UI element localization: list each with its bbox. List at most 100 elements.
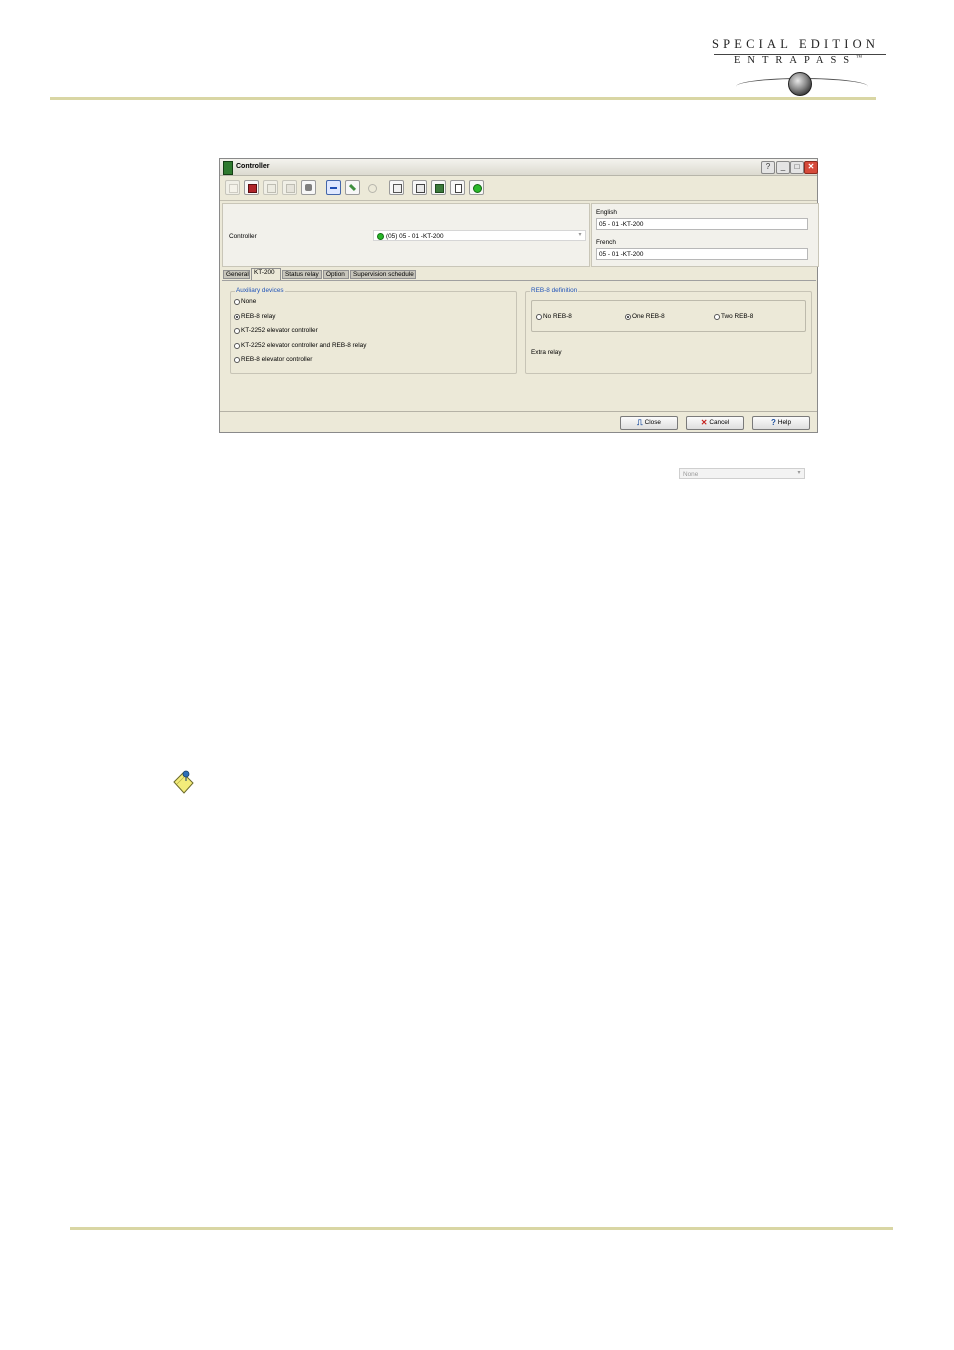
link-button[interactable]	[326, 180, 341, 195]
close-window-button[interactable]: ✕	[804, 161, 818, 174]
kt-200-tab-panel: Auxiliary devices None REB-8 relay KT-22…	[222, 280, 816, 479]
tab-supervision-schedule[interactable]: Supervision schedule	[350, 270, 416, 279]
search-icon	[368, 184, 377, 193]
help-button[interactable]: ? Help	[752, 416, 810, 430]
window-titlebar: Controller ? _ □ ✕	[220, 159, 818, 176]
radio-icon	[234, 342, 240, 349]
footer-rule	[70, 1227, 893, 1230]
toolbar	[220, 176, 817, 201]
reb8-definition-title: REB-8 definition	[530, 287, 579, 294]
door-icon	[416, 184, 425, 193]
minimize-button[interactable]: _	[776, 161, 790, 174]
radio-icon	[234, 298, 240, 305]
window-title: Controller	[236, 163, 270, 170]
refresh-button[interactable]	[389, 180, 404, 195]
description-panel: English 05 - 01 -KT-200 French 05 - 01 -…	[591, 203, 819, 267]
link-icon	[330, 187, 337, 189]
chevron-down-icon[interactable]: ▾	[795, 470, 803, 477]
extra-relay-select[interactable]: None ▾	[679, 468, 805, 479]
delete-icon	[286, 184, 295, 193]
save-button[interactable]	[244, 180, 259, 195]
note-icon	[173, 770, 194, 794]
refresh-icon	[393, 184, 402, 193]
new-button[interactable]	[225, 180, 240, 195]
aux-option-kt2252[interactable]: KT-2252 elevator controller	[234, 327, 318, 334]
aux-option-label: KT-2252 elevator controller	[241, 327, 318, 334]
radio-icon	[714, 313, 720, 320]
extra-relay-value: None	[683, 470, 699, 478]
radio-selected-icon	[625, 313, 631, 320]
reb-option-label: Two REB-8	[721, 313, 754, 320]
close-button[interactable]: ⎍ Close	[620, 416, 678, 430]
status-icon	[473, 184, 482, 193]
copy-icon	[267, 184, 276, 193]
controller-combo-value: (05) 05 - 01 -KT-200	[386, 232, 444, 240]
help-window-button[interactable]: ?	[761, 161, 775, 174]
aux-option-reb8-elevator[interactable]: REB-8 elevator controller	[234, 356, 312, 363]
delete-button[interactable]	[282, 180, 297, 195]
aux-option-label: KT-2252 elevator controller and REB-8 re…	[241, 342, 367, 349]
search-button[interactable]	[364, 180, 379, 195]
cancel-button-label: Cancel	[709, 419, 730, 426]
aux-option-label: REB-8 relay	[241, 313, 276, 320]
aux-option-kt2252-reb8[interactable]: KT-2252 elevator controller and REB-8 re…	[234, 342, 366, 349]
controller-selector-panel: Controller (05) 05 - 01 -KT-200 ▾	[222, 203, 590, 267]
save-icon	[248, 184, 257, 193]
french-label: French	[596, 239, 616, 246]
maximize-button[interactable]: □	[790, 161, 804, 174]
edit-button[interactable]	[345, 180, 360, 195]
radio-selected-icon	[234, 313, 240, 320]
print-button[interactable]	[301, 180, 316, 195]
aux-option-none[interactable]: None	[234, 298, 256, 305]
logo-line-special-edition: SPECIAL EDITION	[712, 37, 880, 51]
french-field[interactable]: 05 - 01 -KT-200	[596, 248, 808, 260]
auxiliary-devices-title: Auxiliary devices	[235, 287, 285, 294]
new-icon	[229, 184, 238, 193]
close-button-label: Close	[644, 419, 661, 426]
copy-button[interactable]	[263, 180, 278, 195]
aux-option-reb8-relay[interactable]: REB-8 relay	[234, 313, 275, 320]
english-label: English	[596, 209, 617, 216]
door-button[interactable]	[412, 180, 427, 195]
reb-option-none[interactable]: No REB-8	[536, 313, 572, 320]
reb-option-two[interactable]: Two REB-8	[714, 313, 753, 320]
header-rule	[50, 97, 876, 100]
grid-button[interactable]	[431, 180, 446, 195]
reb8-count-box: No REB-8 One REB-8 Two REB-8	[531, 300, 806, 332]
tab-general[interactable]: General	[223, 270, 250, 279]
reb-option-one[interactable]: One REB-8	[625, 313, 665, 320]
controller-header: Controller (05) 05 - 01 -KT-200 ▾ Englis…	[220, 201, 819, 267]
cancel-button[interactable]: ✕ Cancel	[686, 416, 744, 430]
entrapass-logo: SPECIAL EDITION ENTRAPASS™	[708, 34, 890, 100]
card-button[interactable]	[450, 180, 465, 195]
dialog-footer: ⎍ Close ✕ Cancel ? Help	[220, 411, 817, 434]
tab-status-relay[interactable]: Status relay	[282, 270, 322, 279]
auxiliary-devices-group: Auxiliary devices None REB-8 relay KT-22…	[230, 287, 517, 374]
controller-app-icon	[223, 161, 233, 175]
logo-line-entrapass: ENTRAPASS™	[734, 55, 863, 66]
logo-orb-icon	[788, 72, 812, 96]
close-door-icon: ⎍	[637, 418, 643, 427]
reb-option-label: No REB-8	[543, 313, 572, 320]
radio-icon	[234, 327, 240, 334]
grid-icon	[435, 184, 444, 193]
status-dot-icon	[377, 232, 384, 240]
status-button[interactable]	[469, 180, 484, 195]
controller-label: Controller	[229, 233, 257, 240]
extra-relay-label: Extra relay	[531, 349, 562, 356]
tab-option[interactable]: Option	[323, 270, 349, 279]
radio-icon	[536, 313, 542, 320]
print-icon	[305, 184, 312, 191]
controller-window: Controller ? _ □ ✕ Controller (05) 05 - …	[219, 158, 819, 479]
tab-kt-200[interactable]: KT-200	[251, 268, 281, 280]
help-button-label: Help	[777, 419, 792, 426]
reb8-definition-group: REB-8 definition No REB-8 One REB-8 Two …	[525, 287, 812, 374]
reb-option-label: One REB-8	[632, 313, 665, 320]
edit-icon	[348, 183, 357, 192]
controller-combo[interactable]: (05) 05 - 01 -KT-200 ▾	[373, 230, 586, 241]
chevron-down-icon[interactable]: ▾	[576, 232, 584, 239]
cancel-x-icon: ✕	[700, 418, 708, 427]
english-field[interactable]: 05 - 01 -KT-200	[596, 218, 808, 230]
radio-icon	[234, 356, 240, 363]
card-icon	[455, 184, 462, 193]
